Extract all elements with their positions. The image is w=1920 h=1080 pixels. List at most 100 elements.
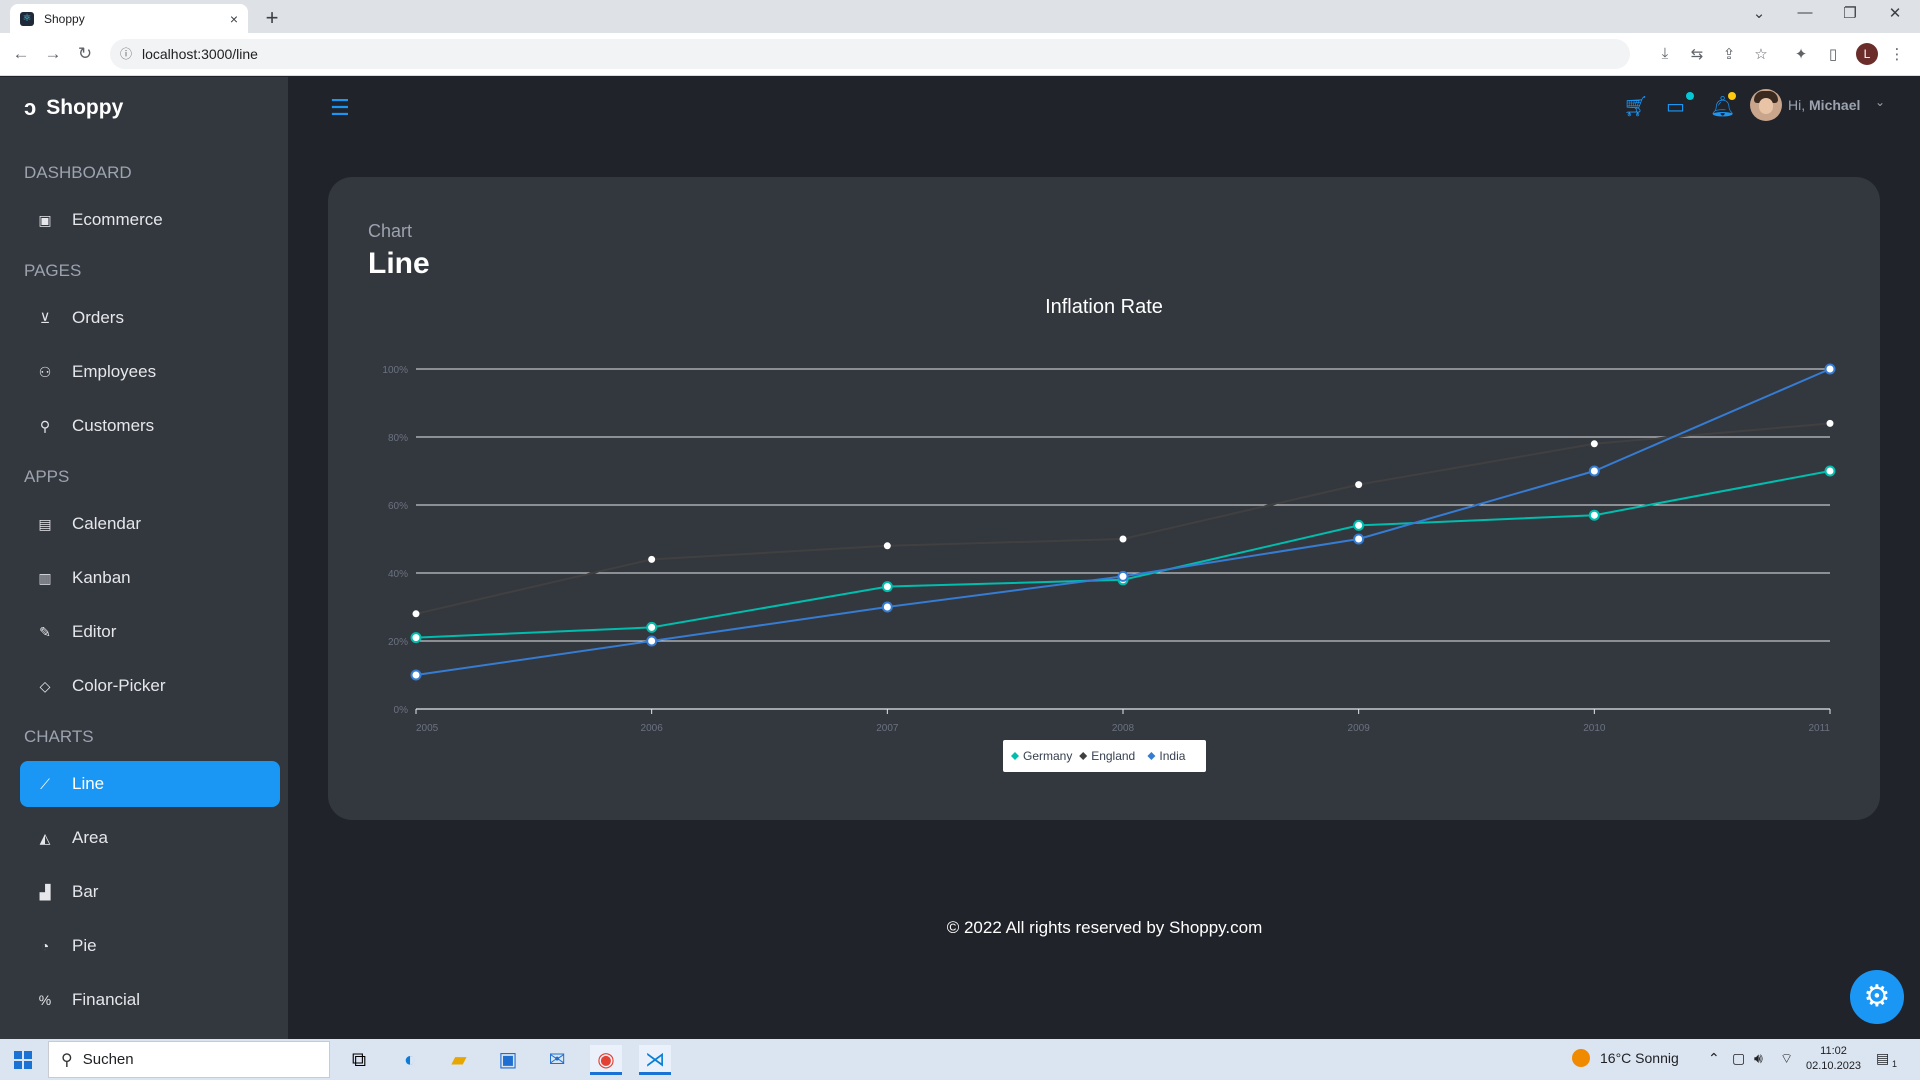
translate-icon[interactable]: ⇆ — [1686, 45, 1708, 63]
weather-sun-icon — [1572, 1049, 1590, 1067]
profile-avatar[interactable]: L — [1856, 43, 1878, 65]
network-icon[interactable]: ⌔ — [1780, 1050, 1793, 1068]
section-pages: PAGES — [24, 261, 82, 280]
weather-widget[interactable]: 16°C Sonnig — [1572, 1049, 1679, 1067]
reload-icon[interactable]: ↻ — [74, 44, 96, 64]
data-point-india[interactable] — [1353, 533, 1365, 545]
store-icon[interactable]: ▣ — [492, 1045, 524, 1075]
sidebar-item-label: Calendar — [72, 514, 141, 533]
chrome-icon[interactable]: ◉ — [590, 1045, 622, 1075]
minimize-icon[interactable]: — — [1790, 4, 1820, 21]
data-point-india[interactable] — [646, 635, 658, 647]
data-point-england[interactable] — [412, 610, 420, 618]
user-avatar[interactable] — [1750, 89, 1782, 121]
y-tick-label: 40% — [388, 569, 408, 580]
sidebar-item-line[interactable]: ⟋ Line — [20, 761, 280, 807]
bookmark-star-icon[interactable]: ☆ — [1750, 45, 1772, 63]
legend-label[interactable]: England — [1091, 749, 1135, 763]
sidebar-item-employees[interactable]: ⚇ Employees — [20, 349, 280, 395]
data-point-india[interactable] — [410, 669, 422, 681]
sidebar-item-label: Pie — [72, 936, 97, 955]
menu-toggle-icon[interactable]: ☰ — [330, 95, 350, 121]
data-point-england[interactable] — [1119, 535, 1127, 543]
settings-gear-button[interactable]: ⚙ — [1850, 970, 1904, 1024]
windows-start-icon[interactable] — [14, 1051, 32, 1069]
vscode-icon[interactable]: ⋊ — [639, 1045, 671, 1075]
sidebar-item-calendar[interactable]: ▤ Calendar — [20, 501, 280, 547]
data-point-germany[interactable] — [881, 581, 893, 593]
restore-icon[interactable]: ❐ — [1835, 4, 1865, 22]
notification-center-icon[interactable]: ▤ — [1876, 1050, 1889, 1067]
sidebar-item-color-picker[interactable]: ◇ Color-Picker — [20, 663, 280, 709]
brand-logo[interactable]: ↄ Shoppy — [24, 95, 123, 121]
sidebar-item-bar[interactable]: ▟ Bar — [20, 869, 280, 915]
sidebar-item-label: Area — [72, 828, 108, 847]
sidebar-item-label: Line — [72, 774, 105, 793]
data-point-england[interactable] — [648, 555, 656, 563]
data-point-germany[interactable] — [410, 632, 422, 644]
y-tick-label: 0% — [394, 705, 409, 716]
tab-search-icon[interactable]: ⌄ — [1744, 4, 1774, 22]
tab-close-icon[interactable]: × — [230, 11, 238, 27]
sidebar-item-kanban[interactable]: ▥ Kanban — [20, 555, 280, 601]
user-greeting[interactable]: Hi, Michael — [1788, 97, 1860, 113]
share-icon[interactable]: ⇪ — [1718, 45, 1740, 63]
data-point-india[interactable] — [1824, 363, 1836, 375]
sidebar-item-editor[interactable]: ✎ Editor — [20, 609, 280, 655]
legend-label[interactable]: Germany — [1023, 749, 1072, 763]
meet-now-icon[interactable]: ▢ — [1732, 1050, 1745, 1067]
data-point-england[interactable] — [1826, 419, 1834, 427]
close-window-icon[interactable]: ✕ — [1880, 4, 1910, 22]
url-field[interactable]: ⓘ localhost:3000/line — [110, 39, 1630, 69]
site-info-icon[interactable]: ⓘ — [120, 39, 132, 69]
data-point-england[interactable] — [1355, 481, 1363, 489]
sidebar-item-area[interactable]: ◭ Area — [20, 815, 280, 861]
extensions-icon[interactable]: ✦ — [1790, 45, 1812, 63]
file-explorer-icon[interactable]: ▰ — [443, 1045, 475, 1075]
legend-label[interactable]: India — [1159, 749, 1185, 763]
sidebar-item-label: Employees — [72, 362, 157, 381]
new-tab-button[interactable]: + — [260, 5, 284, 31]
sidebar-item-orders[interactable]: ⊻ Orders — [20, 295, 280, 341]
data-point-india[interactable] — [1588, 465, 1600, 477]
clock-date: 02.10.2023 — [1806, 1060, 1862, 1072]
data-point-germany[interactable] — [1824, 465, 1836, 477]
x-tick-label: 2009 — [1348, 723, 1371, 734]
mail-icon[interactable]: ✉ — [541, 1045, 573, 1075]
edge-icon[interactable]: ◐ — [394, 1045, 426, 1075]
chevron-down-icon[interactable]: ⌄ — [1875, 95, 1885, 109]
system-clock[interactable]: 11:02 02.10.2023 — [1806, 1044, 1861, 1074]
menu-icon[interactable]: ⋮ — [1886, 45, 1908, 63]
side-panel-icon[interactable]: ▯ — [1822, 45, 1844, 63]
back-icon[interactable]: ← — [10, 44, 32, 64]
y-tick-label: 60% — [388, 501, 408, 512]
tab-title: Shoppy — [44, 11, 85, 26]
data-point-england[interactable] — [1590, 440, 1598, 448]
task-view-icon[interactable]: ⧉ — [343, 1045, 375, 1075]
volume-icon[interactable]: 🔊︎ — [1754, 1050, 1763, 1067]
data-point-germany[interactable] — [1588, 509, 1600, 521]
forward-icon[interactable]: → — [42, 44, 64, 64]
chat-icon[interactable]: ▭ — [1666, 94, 1685, 119]
weather-text: 16°C Sonnig — [1600, 1050, 1679, 1066]
taskbar-search[interactable]: ⚲ Suchen — [48, 1041, 330, 1078]
line-chart: Inflation Rate 0% 20% 40% 60% 80% 100% 2005 200… — [382, 296, 1836, 772]
install-icon[interactable]: ⤓ — [1654, 45, 1676, 62]
data-point-germany[interactable] — [1353, 519, 1365, 531]
bag-icon: ▣ — [38, 211, 52, 228]
section-charts: CHARTS — [24, 727, 94, 746]
data-point-india[interactable] — [1117, 570, 1129, 582]
data-point-germany[interactable] — [646, 621, 658, 633]
sidebar-item-financial[interactable]: % Financial — [20, 977, 280, 1023]
sidebar: ↄ Shoppy DASHBOARD ▣ Ecommerce PAGES ⊻ O… — [0, 77, 288, 1039]
sidebar-item-customers[interactable]: ⚲ Customers — [20, 403, 280, 449]
sidebar-item-ecommerce[interactable]: ▣ Ecommerce — [20, 197, 280, 243]
tray-expand-icon[interactable]: ⌃ — [1708, 1050, 1720, 1067]
y-tick-label: 80% — [388, 433, 408, 444]
cart-button-icon[interactable]: 🛒︎ — [1623, 94, 1648, 119]
edit-icon: ✎ — [39, 623, 51, 640]
data-point-england[interactable] — [883, 542, 891, 550]
people-icon: ⚇ — [38, 363, 52, 380]
browser-tab[interactable]: ⚛ Shoppy × — [10, 4, 248, 33]
data-point-india[interactable] — [881, 601, 893, 613]
